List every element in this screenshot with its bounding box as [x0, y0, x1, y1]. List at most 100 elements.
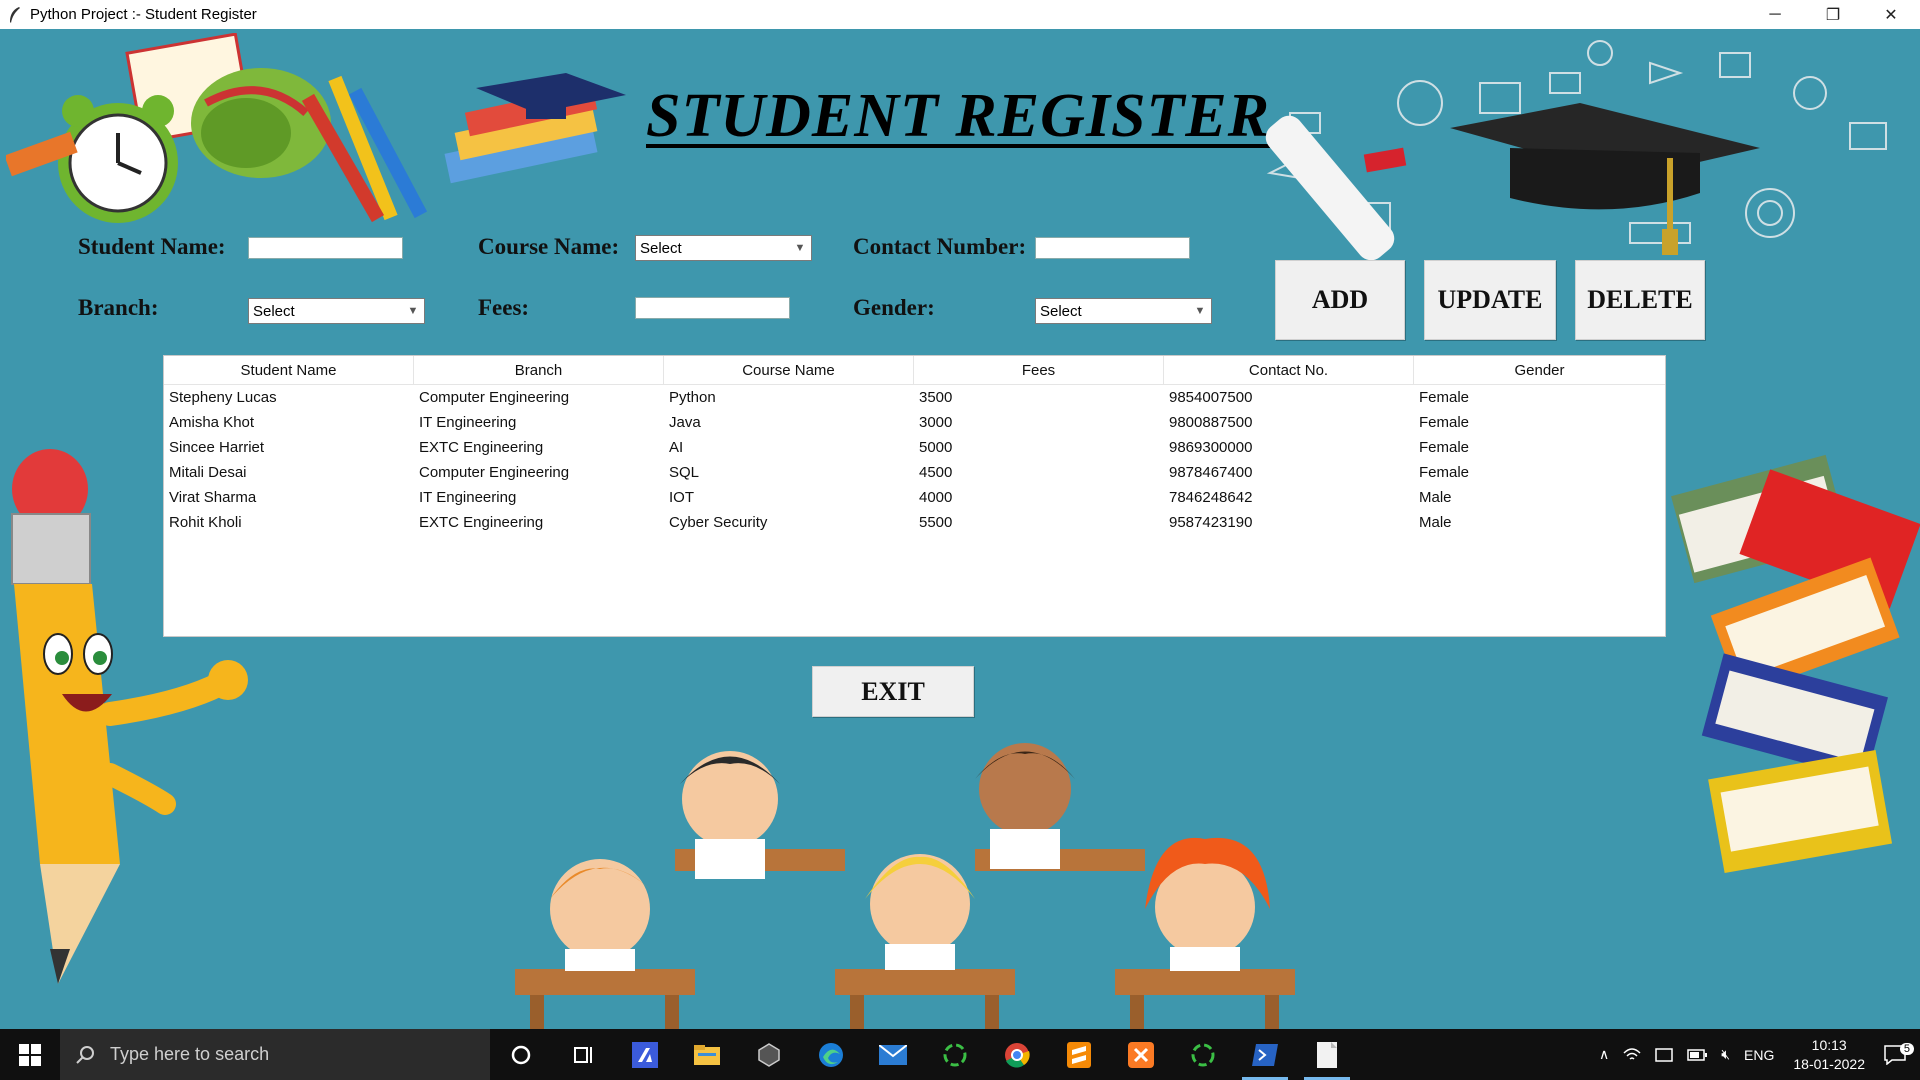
- table-cell: 9800887500: [1169, 414, 1253, 431]
- windows-start-button[interactable]: [0, 1029, 60, 1080]
- table-cell: Stepheny Lucas: [169, 389, 277, 406]
- table-cell: SQL: [669, 464, 700, 481]
- table-cell: Cyber Security: [669, 514, 768, 531]
- student-name-input[interactable]: [248, 237, 403, 259]
- table-cell: Computer Engineering: [419, 389, 570, 406]
- speaker-muted-icon[interactable]: 🔇︎: [1714, 1046, 1737, 1063]
- update-button[interactable]: UPDATE: [1424, 260, 1556, 340]
- mail-icon[interactable]: [862, 1029, 924, 1080]
- column-header[interactable]: Course Name: [664, 356, 914, 384]
- notification-count-badge: 5: [1899, 1042, 1914, 1055]
- fees-label: Fees:: [478, 295, 530, 320]
- clock-date: 18-01-2022: [1793, 1055, 1865, 1072]
- graduation-illustration: [1265, 40, 1887, 261]
- table-cell: IOT: [669, 489, 694, 506]
- branch-select[interactable]: Select ▼: [248, 298, 425, 324]
- table-header: Student Name Branch Course Name Fees Con…: [164, 356, 1665, 385]
- table-cell: 3500: [919, 389, 953, 406]
- student-table[interactable]: Student Name Branch Course Name Fees Con…: [163, 355, 1666, 637]
- table-cell: Computer Engineering: [419, 464, 570, 481]
- powershell-icon[interactable]: [1234, 1029, 1296, 1080]
- table-cell: Java: [669, 414, 701, 431]
- gender-select[interactable]: Select ▼: [1035, 298, 1212, 324]
- close-button[interactable]: ✕: [1862, 0, 1920, 29]
- add-button[interactable]: ADD: [1275, 260, 1405, 340]
- file-explorer-icon[interactable]: [676, 1029, 738, 1080]
- taskbar-search[interactable]: Type here to search: [60, 1029, 490, 1080]
- course-name-select[interactable]: Select ▼: [635, 235, 812, 261]
- page-title: STUDENT REGISTER: [646, 82, 1271, 150]
- table-row[interactable]: Mitali Desai Computer Engineering SQL 45…: [164, 460, 1665, 485]
- student-name-label: Student Name:: [78, 234, 226, 259]
- table-row[interactable]: Virat Sharma IT Engineering IOT 4000 784…: [164, 485, 1665, 510]
- task-view-icon[interactable]: [552, 1029, 614, 1080]
- cortana-icon[interactable]: [490, 1029, 552, 1080]
- restore-button[interactable]: ❐: [1804, 0, 1862, 29]
- table-cell: Female: [1419, 389, 1470, 406]
- table-cell: 7846248642: [1169, 489, 1253, 506]
- table-cell: Male: [1419, 514, 1452, 531]
- taskbar: Type here to search ∧ 🔇︎ ENG 10:13 18-01…: [0, 1029, 1920, 1080]
- delete-button[interactable]: DELETE: [1575, 260, 1705, 340]
- edge-icon[interactable]: [800, 1029, 862, 1080]
- sublime-text-icon[interactable]: [1048, 1029, 1110, 1080]
- feather-icon: [10, 6, 20, 23]
- loader-icon[interactable]: [1172, 1029, 1234, 1080]
- table-cell: Amisha Khot: [169, 414, 255, 431]
- table-cell: IT Engineering: [419, 414, 517, 431]
- table-row[interactable]: Stepheny Lucas Computer Engineering Pyth…: [164, 385, 1665, 410]
- windows-logo-icon: [19, 1043, 41, 1066]
- column-header[interactable]: Gender: [1414, 356, 1665, 384]
- table-cell: 4000: [919, 489, 953, 506]
- battery-icon[interactable]: [1680, 1048, 1714, 1061]
- column-header[interactable]: Student Name: [164, 356, 414, 384]
- book-stack-illustration: [1671, 454, 1920, 874]
- minimize-button[interactable]: ─: [1746, 0, 1804, 29]
- chevron-down-icon[interactable]: ▼: [1191, 301, 1209, 321]
- table-cell: Female: [1419, 414, 1470, 431]
- meet-now-icon[interactable]: [1648, 1047, 1680, 1063]
- chrome-icon[interactable]: [986, 1029, 1048, 1080]
- taskbar-clock[interactable]: 10:13 18-01-2022: [1781, 1036, 1877, 1074]
- table-cell: 5000: [919, 439, 953, 456]
- search-icon: [76, 1045, 94, 1064]
- chevron-up-icon[interactable]: ∧: [1592, 1046, 1616, 1063]
- table-cell: 9587423190: [1169, 514, 1253, 531]
- window-title: Python Project :- Student Register: [30, 6, 257, 23]
- visual-studio-icon[interactable]: [614, 1029, 676, 1080]
- classroom-kids-illustration: [515, 743, 1295, 1029]
- window-controls: ─ ❐ ✕: [1746, 0, 1920, 29]
- table-cell: Python: [669, 389, 716, 406]
- column-header[interactable]: Branch: [414, 356, 664, 384]
- chevron-down-icon[interactable]: ▼: [404, 301, 422, 321]
- table-cell: EXTC Engineering: [419, 439, 544, 456]
- column-header[interactable]: Fees: [914, 356, 1164, 384]
- table-cell: Female: [1419, 464, 1470, 481]
- gender-selected: Select: [1040, 302, 1082, 320]
- table-cell: 4500: [919, 464, 953, 481]
- table-row[interactable]: Amisha Khot IT Engineering Java 3000 980…: [164, 410, 1665, 435]
- branch-selected: Select: [253, 302, 295, 320]
- search-placeholder: Type here to search: [110, 1044, 270, 1064]
- loader-icon[interactable]: [924, 1029, 986, 1080]
- table-cell: Female: [1419, 439, 1470, 456]
- wifi-icon[interactable]: [1616, 1047, 1648, 1063]
- app-window: STUDENT REGISTER Student Name: Course Na…: [0, 29, 1920, 1029]
- xampp-icon[interactable]: [1110, 1029, 1172, 1080]
- language-indicator[interactable]: ENG: [1737, 1047, 1781, 1063]
- fees-input[interactable]: [635, 297, 790, 319]
- course-name-selected: Select: [640, 239, 682, 257]
- table-row[interactable]: Rohit Kholi EXTC Engineering Cyber Secur…: [164, 510, 1665, 535]
- gender-label: Gender:: [853, 295, 935, 320]
- table-row[interactable]: Sincee Harriet EXTC Engineering AI 5000 …: [164, 435, 1665, 460]
- table-cell: 9878467400: [1169, 464, 1253, 481]
- school-supplies-illustration: [6, 33, 626, 223]
- notifications-button[interactable]: 5: [1877, 1042, 1920, 1065]
- exit-button[interactable]: EXIT: [812, 666, 974, 717]
- chevron-down-icon[interactable]: ▼: [791, 238, 809, 258]
- unity-icon[interactable]: [738, 1029, 800, 1080]
- system-tray: ∧ 🔇︎ ENG 10:13 18-01-2022 5: [1592, 1029, 1920, 1080]
- notepad-icon[interactable]: [1296, 1029, 1358, 1080]
- contact-number-input[interactable]: [1035, 237, 1190, 259]
- column-header[interactable]: Contact No.: [1164, 356, 1414, 384]
